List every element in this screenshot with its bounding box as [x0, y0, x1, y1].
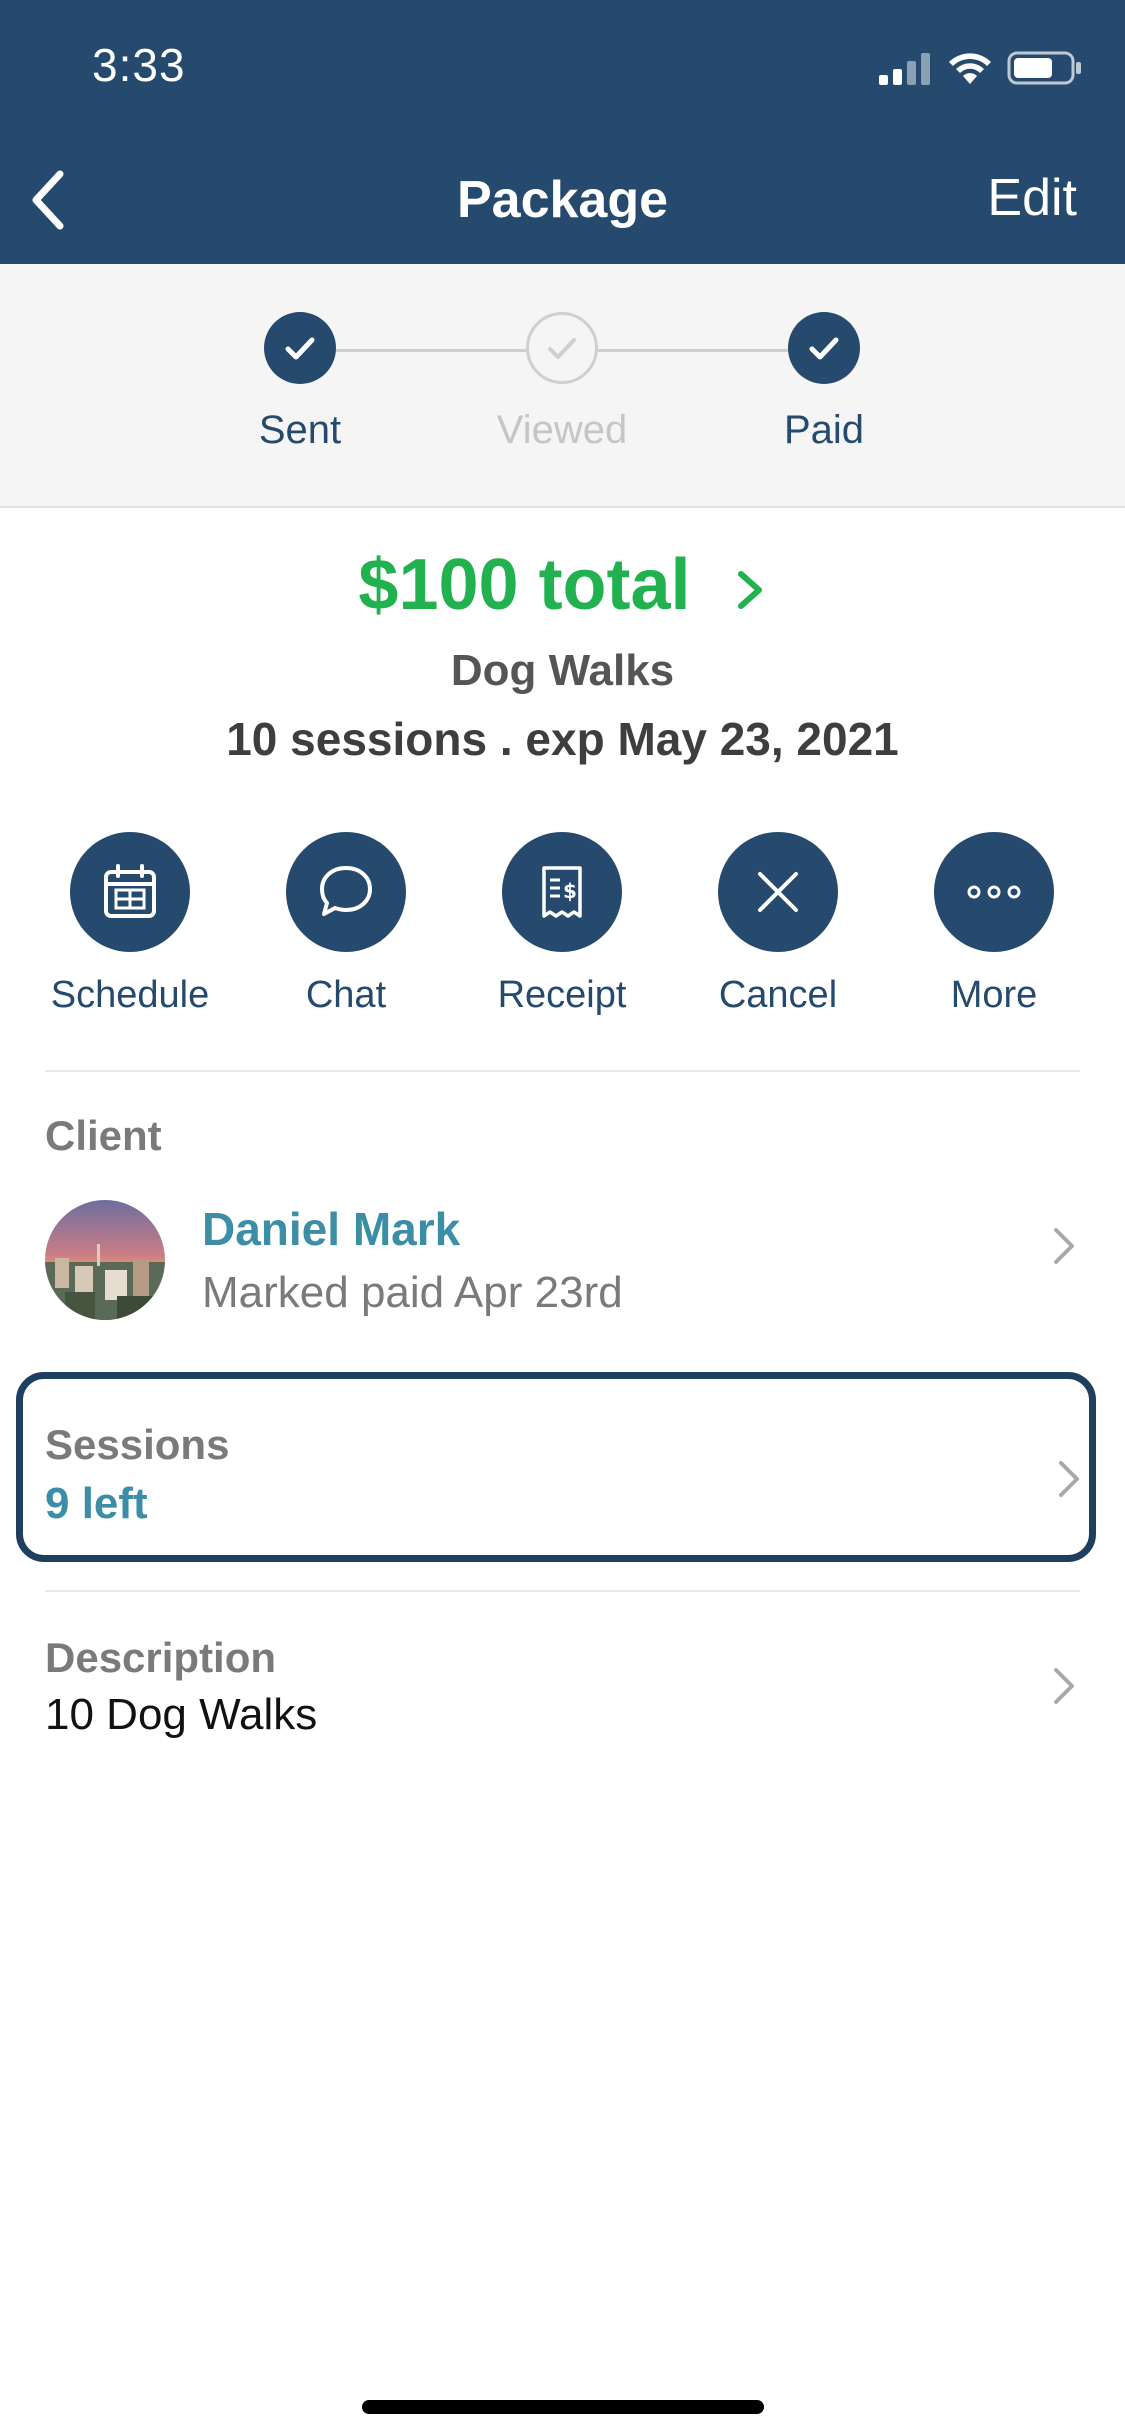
status-progress [0, 264, 1125, 508]
step-viewed-label: Viewed [496, 408, 628, 452]
sessions-remaining: 9 left [45, 1479, 148, 1528]
package-meta: 10 sessions . exp May 23, 2021 [226, 713, 899, 765]
wifi-icon [949, 53, 991, 84]
package-total-link[interactable]: $100 total [0, 544, 1125, 626]
status-icons [879, 48, 1083, 88]
step-viewed-check-icon [526, 312, 598, 384]
calendar-icon [70, 832, 190, 952]
schedule-button[interactable]: Schedule [30, 832, 230, 1017]
receipt-label: Receipt [497, 974, 627, 1016]
chat-button[interactable]: Chat [246, 832, 446, 1017]
description-row[interactable]: Description 10 Dog Walks [0, 1622, 1125, 1752]
step-paid-label: Paid [783, 408, 865, 452]
more-dots-icon [934, 832, 1054, 952]
client-row[interactable]: Daniel Mark Marked paid Apr 23rd [0, 1190, 1125, 1330]
divider [45, 1590, 1080, 1592]
chevron-right-icon [1054, 1668, 1074, 1704]
more-label: More [950, 974, 1038, 1016]
close-icon [718, 832, 838, 952]
edit-button[interactable]: Edit [987, 168, 1077, 228]
chat-label: Chat [305, 974, 387, 1016]
progress-line-1 [336, 349, 526, 352]
avatar [45, 1200, 165, 1320]
cellular-signal-icon [879, 53, 930, 85]
schedule-label: Schedule [50, 974, 210, 1016]
progress-line-2 [598, 349, 788, 352]
client-section-label: Client [45, 1112, 162, 1159]
client-status: Marked paid Apr 23rd [202, 1268, 623, 1317]
status-time: 3:33 [92, 39, 186, 91]
sessions-row[interactable]: Sessions 9 left [16, 1372, 1096, 1562]
page-title: Package [456, 171, 669, 229]
chevron-right-icon [737, 570, 762, 609]
step-sent-label: Sent [258, 408, 342, 452]
sessions-label: Sessions [45, 1421, 230, 1468]
chat-bubble-icon [286, 832, 406, 952]
svg-text:$: $ [563, 879, 577, 903]
cancel-button[interactable]: Cancel [678, 832, 878, 1017]
package-total: $100 total [358, 545, 691, 625]
divider [45, 1070, 1080, 1072]
chevron-right-icon [1054, 1228, 1074, 1264]
step-sent-check-icon [264, 312, 336, 384]
description-value: 10 Dog Walks [45, 1690, 318, 1739]
battery-icon [1007, 51, 1081, 85]
more-button[interactable]: More [894, 832, 1094, 1017]
description-label: Description [45, 1634, 277, 1681]
package-name: Dog Walks [450, 646, 675, 695]
receipt-icon: $ [502, 832, 622, 952]
step-paid-check-icon [788, 312, 860, 384]
receipt-button[interactable]: $ Receipt [462, 832, 662, 1017]
home-indicator[interactable] [362, 2400, 764, 2414]
chevron-right-icon [1059, 1461, 1079, 1497]
cancel-label: Cancel [718, 974, 838, 1016]
client-name: Daniel Mark [202, 1203, 461, 1255]
